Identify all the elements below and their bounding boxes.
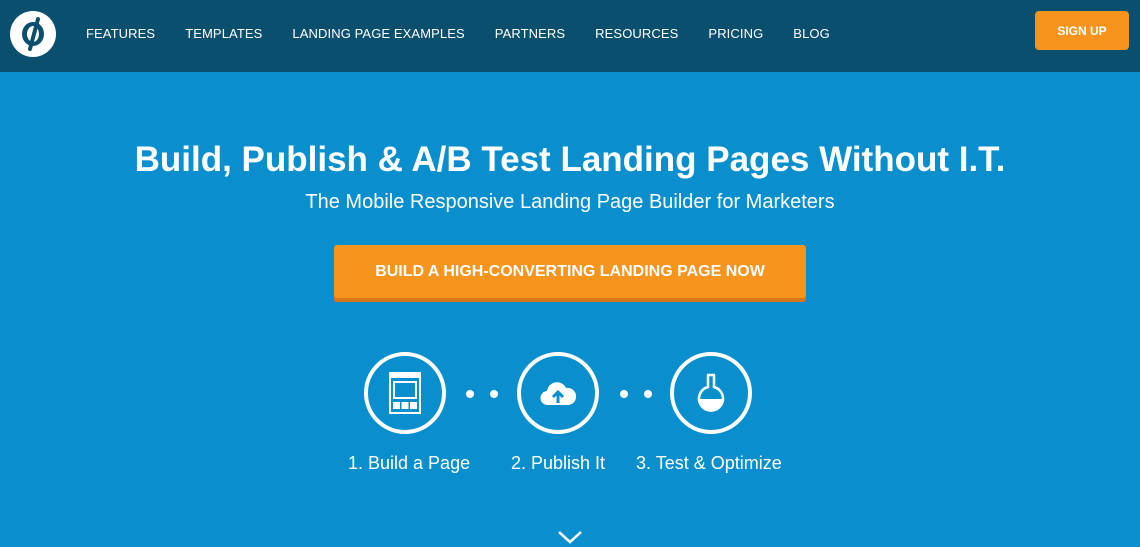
nav-item-partners[interactable]: PARTNERS: [495, 26, 565, 41]
nav-item-resources[interactable]: RESOURCES: [595, 26, 678, 41]
nav-item-pricing[interactable]: PRICING: [708, 26, 763, 41]
chevron-down-icon[interactable]: [557, 530, 583, 544]
page-layout-icon: [389, 372, 421, 414]
cta-button[interactable]: BUILD A HIGH-CONVERTING LANDING PAGE NOW: [334, 245, 806, 298]
step-connector-dot: [644, 390, 652, 398]
nav-item-templates[interactable]: TEMPLATES: [185, 26, 262, 41]
step-connector-dot: [466, 390, 474, 398]
step-label-build: 1. Build a Page: [348, 453, 471, 473]
nav-item-features[interactable]: FEATURES: [86, 26, 155, 41]
logo[interactable]: [10, 11, 56, 57]
logo-icon: [22, 17, 44, 51]
cloud-upload-icon: [540, 382, 576, 406]
step-publish: [517, 352, 599, 434]
step-connector-dot: [490, 390, 498, 398]
top-nav: FEATURES TEMPLATES LANDING PAGE EXAMPLES…: [0, 0, 1140, 72]
step-test: [670, 352, 752, 434]
page-subheadline: The Mobile Responsive Landing Page Build…: [305, 191, 835, 213]
flask-icon: [697, 373, 725, 412]
nav-item-blog[interactable]: BLOG: [793, 26, 830, 41]
step-build: [364, 352, 446, 434]
nav-menu: FEATURES TEMPLATES LANDING PAGE EXAMPLES…: [86, 26, 860, 41]
step-connector-dot: [620, 390, 628, 398]
step-label-test: 3. Test & Optimize: [636, 453, 782, 473]
step-label-publish: 2. Publish It: [511, 453, 606, 473]
sign-up-button[interactable]: SIGN UP: [1035, 11, 1129, 50]
nav-item-landing-page-examples[interactable]: LANDING PAGE EXAMPLES: [292, 26, 464, 41]
page-headline: Build, Publish & A/B Test Landing Pages …: [134, 140, 1006, 179]
